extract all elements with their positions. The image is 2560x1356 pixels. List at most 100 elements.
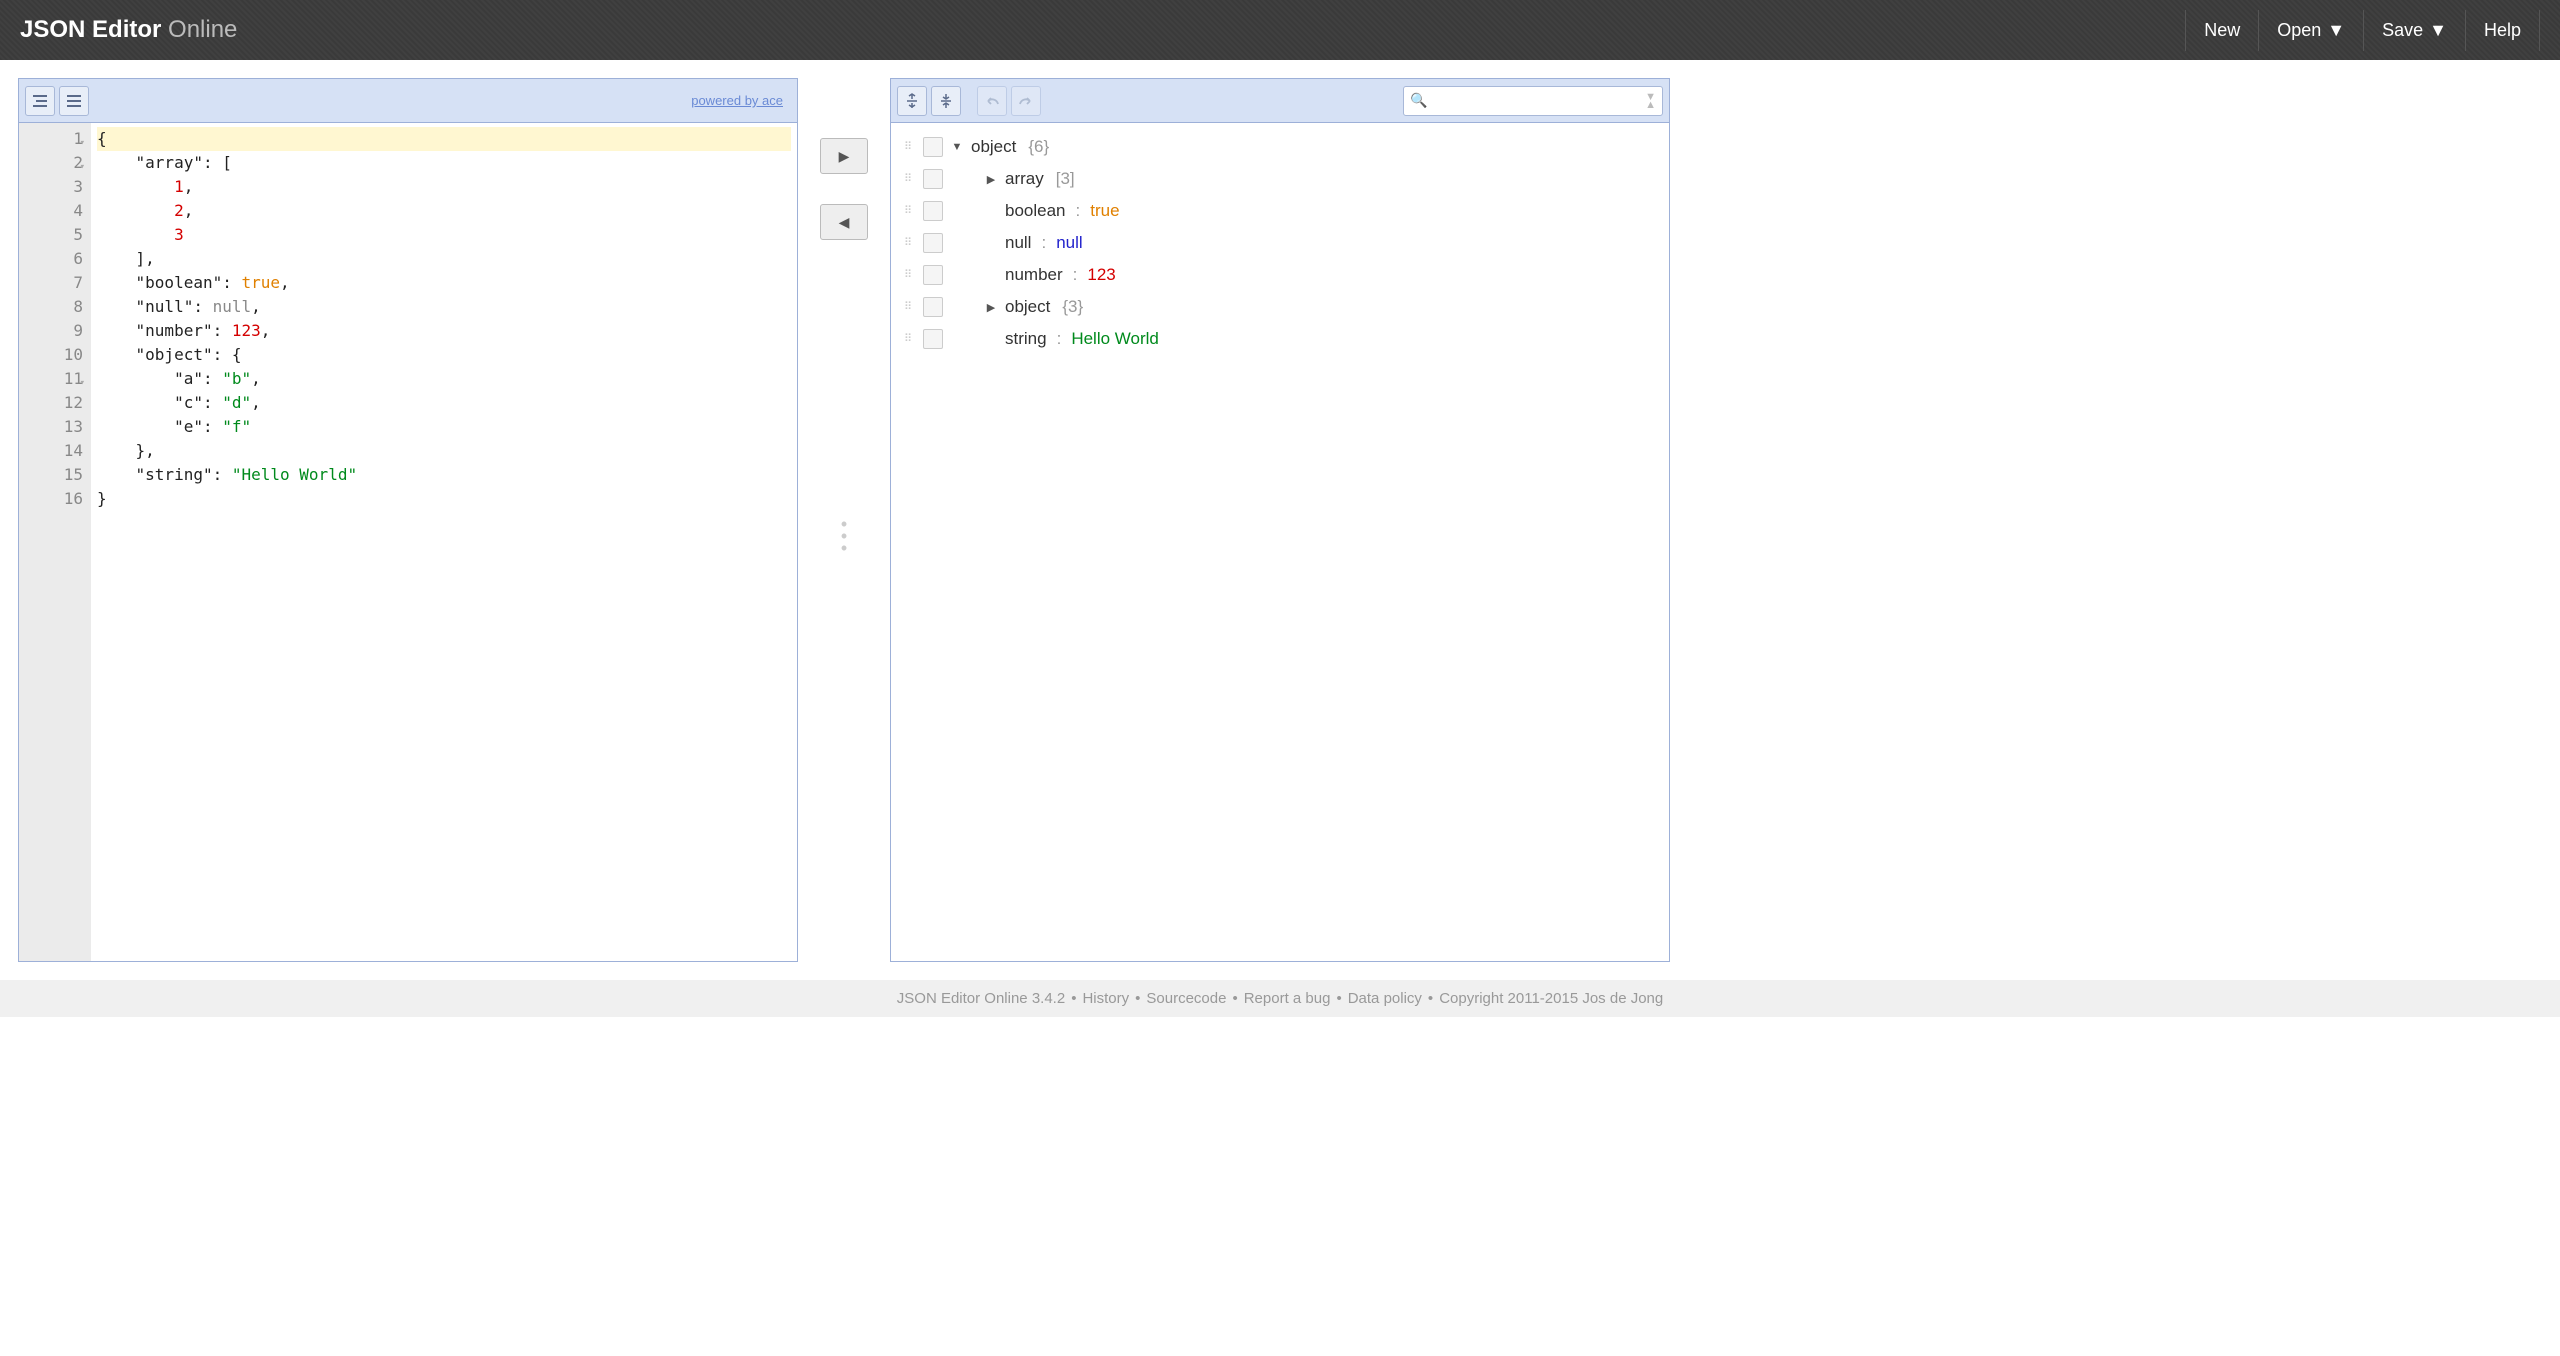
tree-value[interactable]: Hello World xyxy=(1071,329,1159,349)
line-number: 1▾ xyxy=(23,127,83,151)
caret-right-icon[interactable]: ▶ xyxy=(983,301,999,314)
code-line[interactable]: "c": "d", xyxy=(97,391,791,415)
tree-key[interactable]: array xyxy=(1005,169,1044,189)
copy-left-button[interactable]: ◀ xyxy=(820,204,868,240)
drag-handle-icon[interactable]: ⠿ xyxy=(899,208,917,214)
tree-key[interactable]: object xyxy=(1005,297,1050,317)
code-line[interactable]: { xyxy=(97,127,791,151)
tree-separator: : xyxy=(1069,265,1082,285)
footer-separator: • xyxy=(1129,990,1146,1007)
powered-by-link[interactable]: powered by ace xyxy=(691,93,783,108)
tree-key[interactable]: boolean xyxy=(1005,201,1066,221)
line-number: 12 xyxy=(23,391,83,415)
redo-button[interactable] xyxy=(1011,86,1041,116)
code-line[interactable]: } xyxy=(97,487,791,511)
menu-open-label: Open xyxy=(2277,20,2321,41)
collapse-all-button[interactable] xyxy=(931,86,961,116)
tree-key[interactable]: object xyxy=(971,137,1016,157)
context-menu-button[interactable] xyxy=(923,169,943,189)
tree-row[interactable]: ⠿▶object {3} xyxy=(899,291,1661,323)
line-number: 8 xyxy=(23,295,83,319)
tree-separator: : xyxy=(1037,233,1050,253)
code-line[interactable]: "null": null, xyxy=(97,295,791,319)
menu-open[interactable]: Open ▼ xyxy=(2258,10,2363,51)
drag-handle-icon[interactable]: ⠿ xyxy=(899,144,917,150)
footer-link[interactable]: History xyxy=(1082,990,1129,1007)
footer-link[interactable]: Data policy xyxy=(1348,990,1422,1007)
menu-new[interactable]: New xyxy=(2185,10,2258,51)
tree-row[interactable]: ⠿ number:123 xyxy=(899,259,1661,291)
chevron-down-icon: ▼ xyxy=(2327,20,2345,41)
code-line[interactable]: "number": 123, xyxy=(97,319,791,343)
drag-handle-icon[interactable]: ⠿ xyxy=(899,240,917,246)
footer-separator: • xyxy=(1226,990,1243,1007)
line-number: 15 xyxy=(23,463,83,487)
tree-row[interactable]: ⠿▶array [3] xyxy=(899,163,1661,195)
tree-value[interactable]: true xyxy=(1090,201,1119,221)
line-number: 11▾ xyxy=(23,367,83,391)
code-line[interactable]: "a": "b", xyxy=(97,367,791,391)
tree-row[interactable]: ⠿▼object {6} xyxy=(899,131,1661,163)
context-menu-button[interactable] xyxy=(923,329,943,349)
drag-handle-icon[interactable]: ⠿ xyxy=(899,176,917,182)
tree-row[interactable]: ⠿ null: null xyxy=(899,227,1661,259)
context-menu-button[interactable] xyxy=(923,233,943,253)
code-line[interactable]: }, xyxy=(97,439,791,463)
tree-key[interactable]: number xyxy=(1005,265,1063,285)
search-nav[interactable]: ▼▲ xyxy=(1645,93,1656,109)
menu-save[interactable]: Save ▼ xyxy=(2363,10,2465,51)
code-line[interactable]: "array": [ xyxy=(97,151,791,175)
menu-save-label: Save xyxy=(2382,20,2423,41)
tree-row[interactable]: ⠿string:Hello World xyxy=(899,323,1661,355)
copy-right-button[interactable]: ▶ xyxy=(820,138,868,174)
tree-value[interactable]: 123 xyxy=(1087,265,1115,285)
footer-link[interactable]: Sourcecode xyxy=(1146,990,1226,1007)
code-line[interactable]: ], xyxy=(97,247,791,271)
context-menu-button[interactable] xyxy=(923,265,943,285)
compact-button[interactable] xyxy=(59,86,89,116)
drag-handle-icon[interactable]: ⠿ xyxy=(899,304,917,310)
menu-help[interactable]: Help xyxy=(2465,10,2540,51)
app-title-bold: JSON Editor xyxy=(20,16,161,43)
tree-key[interactable]: string xyxy=(1005,329,1047,349)
code-line[interactable]: "object": { xyxy=(97,343,791,367)
expand-all-button[interactable] xyxy=(897,86,927,116)
format-button[interactable] xyxy=(25,86,55,116)
collapse-all-icon xyxy=(939,93,953,109)
footer-separator: • xyxy=(1065,990,1082,1007)
search-input[interactable] xyxy=(1427,93,1645,108)
code-line[interactable]: "string": "Hello World" xyxy=(97,463,791,487)
context-menu-button[interactable] xyxy=(923,137,943,157)
undo-button[interactable] xyxy=(977,86,1007,116)
footer-link: JSON Editor Online 3.4.2 xyxy=(897,990,1065,1007)
caret-down-icon[interactable]: ▼ xyxy=(949,141,965,153)
format-icon xyxy=(32,94,48,108)
line-number: 7 xyxy=(23,271,83,295)
line-number: 6 xyxy=(23,247,83,271)
context-menu-button[interactable] xyxy=(923,201,943,221)
drag-handle-icon[interactable]: ⠿ xyxy=(899,336,917,342)
splitter-handle[interactable]: ••• xyxy=(841,520,847,552)
context-menu-button[interactable] xyxy=(923,297,943,317)
code-line[interactable]: 2, xyxy=(97,199,791,223)
tree-separator: : xyxy=(1072,201,1085,221)
tree-editor[interactable]: ⠿▼object {6}⠿▶array [3]⠿boolean:true⠿nul… xyxy=(891,123,1669,961)
menu-new-label: New xyxy=(2204,20,2240,41)
code-line[interactable]: "e": "f" xyxy=(97,415,791,439)
code-editor[interactable]: 1▾2▾34567891011▾1213141516 { "array": [ … xyxy=(19,123,797,961)
footer-link[interactable]: Report a bug xyxy=(1244,990,1331,1007)
tree-row[interactable]: ⠿ boolean:true xyxy=(899,195,1661,227)
code-toolbar: powered by ace xyxy=(19,79,797,123)
code-line[interactable]: 3 xyxy=(97,223,791,247)
footer: JSON Editor Online 3.4.2•History•Sourcec… xyxy=(0,980,2560,1017)
line-number: 4 xyxy=(23,199,83,223)
menu-help-label: Help xyxy=(2484,20,2521,41)
tree-value[interactable]: null xyxy=(1056,233,1082,253)
code-line[interactable]: "boolean": true, xyxy=(97,271,791,295)
code-line[interactable]: 1, xyxy=(97,175,791,199)
drag-handle-icon[interactable]: ⠿ xyxy=(899,272,917,278)
line-number: 13 xyxy=(23,415,83,439)
tree-key[interactable]: null xyxy=(1005,233,1031,253)
code-body[interactable]: { "array": [ 1, 2, 3 ], "boolean": true,… xyxy=(91,123,797,961)
caret-right-icon[interactable]: ▶ xyxy=(983,173,999,186)
